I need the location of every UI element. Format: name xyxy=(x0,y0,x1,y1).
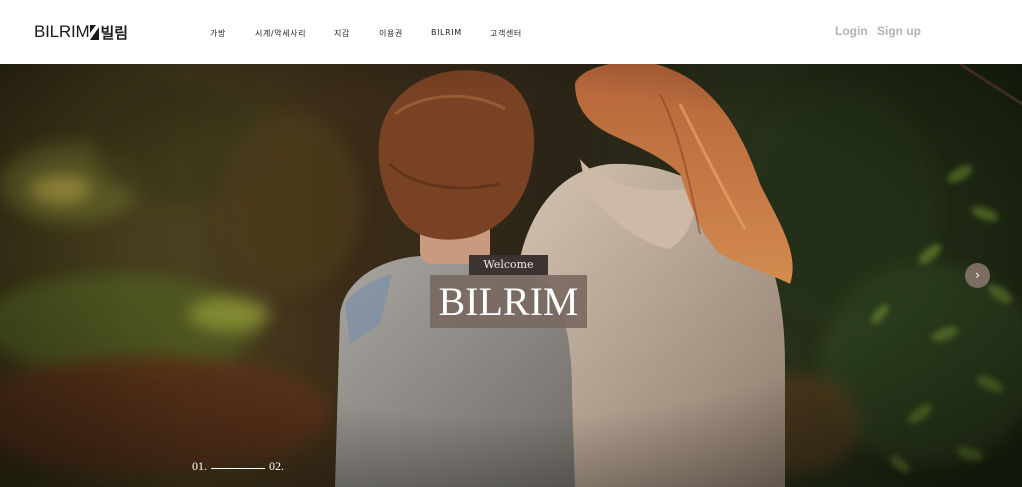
slide-pager: 01. 02. xyxy=(192,458,284,474)
nav-item-bilrim[interactable]: BILRIM xyxy=(431,28,462,37)
next-slide-button[interactable]: › xyxy=(965,263,990,288)
chevron-right-icon: › xyxy=(975,268,980,282)
nav-item-bags[interactable]: 가방 xyxy=(210,28,226,39)
hero-title: BILRIM xyxy=(430,275,587,328)
nav-item-customer-center[interactable]: 고객센터 xyxy=(490,28,522,39)
signup-link[interactable]: Sign up xyxy=(877,24,921,38)
slide-progress-line xyxy=(211,467,265,469)
site-header: BILRIM 빌림 가방 시계/악세사리 지갑 이용권 BILRIM 고객센터 … xyxy=(0,0,1022,64)
nav-item-watches-accessories[interactable]: 시계/악세사리 xyxy=(255,28,306,39)
slide-indicator-02[interactable]: 02. xyxy=(269,459,284,474)
welcome-label: Welcome xyxy=(469,255,548,275)
slide-indicator-01[interactable]: 01. xyxy=(192,459,207,474)
nav-item-passes[interactable]: 이용권 xyxy=(379,28,403,39)
main-nav: 가방 시계/악세사리 지갑 이용권 BILRIM 고객센터 xyxy=(0,0,1022,64)
hero-banner: Welcome BILRIM › 01. 02. xyxy=(0,64,1022,487)
nav-item-wallets[interactable]: 지갑 xyxy=(334,28,350,39)
login-link[interactable]: Login xyxy=(835,24,868,38)
